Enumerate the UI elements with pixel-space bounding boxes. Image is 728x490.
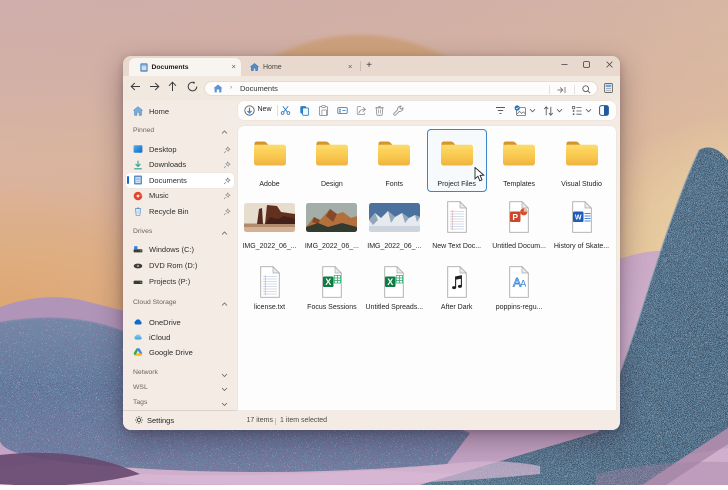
svg-text:X: X (387, 277, 393, 287)
svg-text:A: A (520, 279, 526, 289)
svg-text:W: W (574, 214, 581, 221)
svg-text:X: X (325, 277, 331, 287)
svg-text:P: P (512, 211, 518, 221)
